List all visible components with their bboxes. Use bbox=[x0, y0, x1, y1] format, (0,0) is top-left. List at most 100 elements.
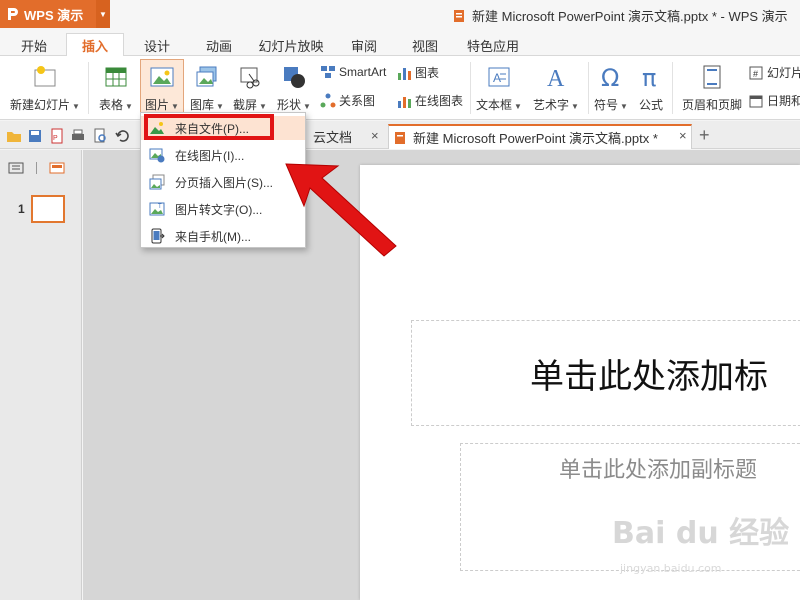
annotation-arrow-icon bbox=[285, 163, 397, 257]
wordart-button[interactable]: A 艺术字 ▼ bbox=[528, 58, 584, 113]
relation-diagram-icon bbox=[320, 93, 336, 107]
chart-icon bbox=[398, 67, 411, 80]
formula-button[interactable]: π 公式 bbox=[634, 58, 668, 113]
tab-document[interactable]: 新建 Microsoft PowerPoint 演示文稿.pptx * bbox=[388, 124, 692, 149]
online-chart-button[interactable]: 在线图表 bbox=[396, 92, 463, 109]
presentation-file-icon bbox=[454, 9, 464, 22]
window-title-text: 新建 Microsoft PowerPoint 演示文稿.pptx * - WP… bbox=[472, 9, 788, 24]
textbox-label: 文本框 bbox=[476, 98, 513, 112]
header-footer-icon bbox=[703, 65, 721, 89]
wordart-icon: A bbox=[547, 66, 565, 90]
svg-text:T: T bbox=[158, 204, 162, 210]
document-tab-label: 新建 Microsoft PowerPoint 演示文稿.pptx * bbox=[413, 131, 658, 146]
online-image-icon bbox=[149, 148, 165, 163]
window-title: 新建 Microsoft PowerPoint 演示文稿.pptx * - WP… bbox=[452, 6, 788, 25]
ribbon-separator bbox=[470, 62, 471, 114]
print-preview-icon[interactable] bbox=[92, 128, 108, 144]
online-chart-label: 在线图表 bbox=[415, 94, 464, 108]
tab-slideshow[interactable]: 幻灯片放映 bbox=[256, 33, 326, 57]
ribbon-separator bbox=[88, 62, 89, 114]
phone-icon bbox=[151, 228, 165, 244]
new-slide-label: 新建幻灯片 bbox=[10, 98, 71, 112]
shapes-button[interactable]: 形状 ▼ bbox=[274, 58, 314, 113]
formula-label: 公式 bbox=[638, 98, 663, 112]
header-footer-label: 页眉和页脚 bbox=[681, 98, 742, 112]
new-tab-plus-icon[interactable]: + bbox=[699, 125, 710, 146]
table-button[interactable]: 表格 ▼ bbox=[96, 58, 136, 113]
app-menu-button[interactable]: WPS 演示 bbox=[0, 0, 96, 28]
gallery-button[interactable]: 图库 ▼ bbox=[186, 58, 228, 113]
picture-label: 图片 bbox=[145, 98, 170, 112]
open-folder-icon[interactable] bbox=[6, 128, 22, 144]
tab-home[interactable]: 开始 bbox=[14, 33, 54, 57]
date-time-button[interactable]: 日期和 bbox=[748, 92, 800, 109]
title-placeholder-text: 单击此处添加标 bbox=[530, 357, 768, 397]
title-bar: WPS 演示 ▼ 新建 Microsoft PowerPoint 演示文稿.pp… bbox=[0, 0, 800, 30]
calendar-icon bbox=[749, 95, 763, 107]
menu-item-label: 图片转文字(O)... bbox=[175, 202, 263, 217]
ribbon-separator bbox=[588, 62, 589, 114]
outline-view-icon[interactable] bbox=[8, 162, 24, 174]
annotation-highlight-box bbox=[144, 114, 274, 140]
new-slide-button[interactable]: 新建幻灯片 ▼ bbox=[6, 58, 84, 113]
baidu-watermark: Bai du 经验 bbox=[612, 508, 789, 552]
pi-formula-icon: π bbox=[642, 64, 656, 90]
print-icon[interactable] bbox=[70, 128, 86, 144]
relation-diagram-button[interactable]: 关系图 bbox=[320, 92, 375, 109]
undo-icon[interactable] bbox=[114, 128, 130, 144]
wordart-label: 艺术字 bbox=[533, 98, 570, 112]
screenshot-icon bbox=[240, 67, 260, 89]
textbox-button[interactable]: A 文本框 ▼ bbox=[474, 58, 524, 113]
slide-thumbnail[interactable] bbox=[31, 195, 65, 223]
shapes-icon bbox=[284, 67, 305, 88]
app-menu-dropdown-icon[interactable]: ▼ bbox=[96, 0, 110, 28]
picture-button[interactable]: 图片 ▼ bbox=[140, 58, 184, 113]
tab-insert[interactable]: 插入 bbox=[66, 33, 124, 57]
tab-review[interactable]: 审阅 bbox=[344, 33, 384, 57]
slide-number-label: 幻灯片 bbox=[767, 66, 800, 80]
shapes-label: 形状 bbox=[277, 98, 302, 112]
slide-number-button[interactable]: # 幻灯片 bbox=[748, 64, 800, 81]
table-label: 表格 bbox=[99, 98, 124, 112]
tab-view[interactable]: 视图 bbox=[404, 33, 446, 57]
tab-special-apps[interactable]: 特色应用 bbox=[462, 33, 524, 57]
header-footer-button[interactable]: 页眉和页脚 bbox=[680, 58, 744, 113]
gallery-icon bbox=[196, 66, 217, 87]
textbox-icon: A bbox=[488, 67, 510, 87]
gallery-label: 图库 bbox=[190, 98, 215, 112]
symbol-button[interactable]: Ω 符号 ▼ bbox=[590, 58, 632, 113]
svg-text:#: # bbox=[753, 69, 758, 79]
slide-number: 1 bbox=[18, 202, 25, 216]
smartart-icon bbox=[321, 66, 335, 78]
title-placeholder[interactable]: 单击此处添加标 bbox=[411, 320, 800, 426]
smartart-label: SmartArt bbox=[339, 65, 387, 79]
relation-diagram-label: 关系图 bbox=[339, 94, 376, 108]
subtitle-placeholder-text: 单击此处添加副标题 bbox=[559, 458, 758, 483]
chart-label: 图表 bbox=[415, 66, 440, 80]
ribbon-separator bbox=[672, 62, 673, 114]
close-tab-icon[interactable]: × bbox=[679, 128, 687, 143]
slides-view-icon[interactable] bbox=[49, 162, 65, 174]
smartart-button[interactable]: SmartArt bbox=[320, 64, 386, 80]
svg-text:A: A bbox=[493, 71, 501, 85]
svg-text:A: A bbox=[547, 66, 565, 90]
chart-button[interactable]: 图表 bbox=[396, 64, 439, 81]
omega-symbol-icon: Ω bbox=[601, 64, 619, 90]
svg-text:Ω: Ω bbox=[601, 64, 619, 90]
save-icon[interactable] bbox=[27, 128, 43, 144]
tab-animation[interactable]: 动画 bbox=[198, 33, 240, 57]
slide-number-icon: # bbox=[749, 66, 763, 79]
tab-design[interactable]: 设计 bbox=[136, 33, 178, 57]
screenshot-label: 截屏 bbox=[233, 98, 258, 112]
screenshot-button[interactable]: 截屏 ▼ bbox=[230, 58, 270, 113]
export-pdf-icon[interactable]: P bbox=[49, 128, 65, 144]
menu-item-label: 分页插入图片(S)... bbox=[175, 175, 273, 190]
date-time-label: 日期和 bbox=[767, 94, 800, 108]
wps-logo-icon bbox=[8, 8, 18, 20]
image-to-text-icon: T bbox=[149, 202, 165, 216]
online-chart-icon bbox=[398, 96, 411, 108]
svg-text:π: π bbox=[642, 64, 656, 90]
table-icon bbox=[105, 67, 127, 87]
svg-text:P: P bbox=[53, 135, 58, 142]
new-slide-icon bbox=[34, 66, 56, 87]
